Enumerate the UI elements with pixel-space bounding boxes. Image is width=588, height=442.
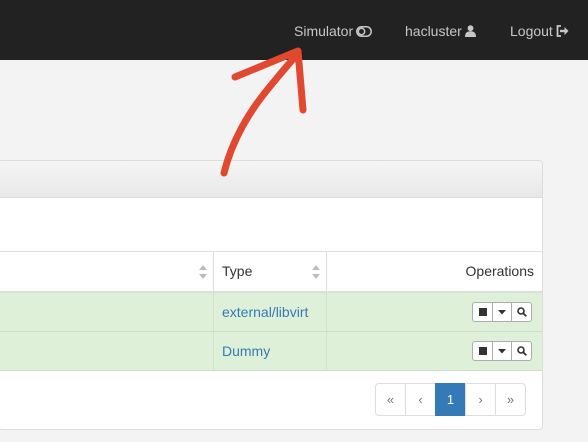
- stop-button[interactable]: [472, 341, 493, 361]
- page-first-button[interactable]: «: [375, 383, 406, 416]
- resources-panel: Type Operations external/libvirt Dummy «…: [0, 160, 543, 430]
- details-button[interactable]: [511, 341, 532, 361]
- username-label: hacluster: [405, 23, 462, 39]
- sort-icon[interactable]: [312, 265, 320, 279]
- pagination: « ‹ 1 › »: [375, 383, 526, 416]
- column-divider: [213, 252, 214, 292]
- row-actions: [472, 302, 532, 322]
- sign-out-icon: [556, 25, 569, 37]
- caret-down-icon: [498, 348, 506, 353]
- dropdown-button[interactable]: [492, 341, 512, 361]
- panel-heading: [0, 161, 542, 198]
- top-navbar: Simulator hacluster Logout: [0, 0, 588, 60]
- column-divider: [326, 293, 327, 331]
- page-current-button[interactable]: 1: [435, 383, 466, 416]
- dropdown-button[interactable]: [492, 302, 512, 322]
- logout-link[interactable]: Logout: [510, 21, 569, 41]
- stop-button[interactable]: [472, 302, 493, 322]
- caret-down-icon: [498, 309, 506, 314]
- row-actions: [472, 341, 532, 361]
- resource-type-link[interactable]: external/libvirt: [222, 304, 308, 320]
- stop-icon: [478, 347, 487, 355]
- column-divider: [213, 293, 214, 331]
- table-row: Dummy: [0, 332, 542, 371]
- table-header: Type Operations: [0, 251, 542, 293]
- stop-icon: [478, 308, 487, 316]
- search-icon: [516, 346, 527, 356]
- user-icon: [464, 25, 476, 37]
- user-menu[interactable]: hacluster: [405, 21, 476, 41]
- column-divider: [326, 332, 327, 370]
- logout-label: Logout: [510, 23, 553, 39]
- search-icon: [516, 307, 527, 317]
- page-next-button[interactable]: ›: [465, 383, 496, 416]
- column-header-operations: Operations: [465, 263, 534, 279]
- column-divider: [213, 332, 214, 370]
- simulator-link[interactable]: Simulator: [294, 21, 373, 41]
- toggle-off-icon: [356, 26, 373, 37]
- page-prev-button[interactable]: ‹: [405, 383, 436, 416]
- details-button[interactable]: [511, 302, 532, 322]
- sort-icon[interactable]: [199, 265, 207, 279]
- table-row: external/libvirt: [0, 293, 542, 332]
- column-header-type[interactable]: Type: [222, 263, 252, 279]
- column-divider: [326, 252, 327, 292]
- simulator-label: Simulator: [294, 23, 354, 39]
- page-last-button[interactable]: »: [495, 383, 526, 416]
- resource-type-link[interactable]: Dummy: [222, 343, 270, 359]
